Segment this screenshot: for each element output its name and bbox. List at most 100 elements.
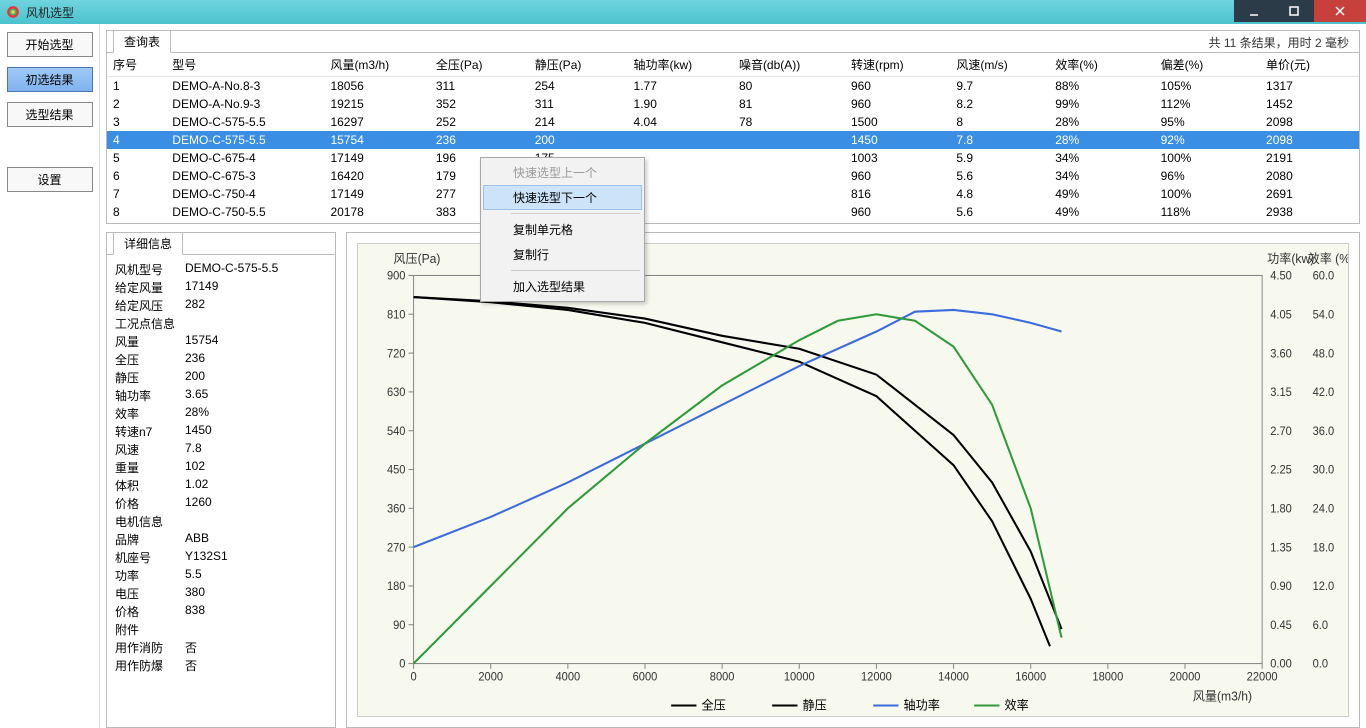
table-cell[interactable]: 1.90	[628, 95, 733, 113]
table-cell[interactable]: 78	[733, 113, 845, 131]
table-row[interactable]: 6DEMO-C-675-3164201791619605.634%96%2080	[107, 167, 1359, 185]
table-cell[interactable]: 49%	[1049, 203, 1154, 221]
col-header[interactable]: 风速(m/s)	[950, 53, 1049, 77]
table-row[interactable]: 8DEMO-C-750-5.5201783833649605.649%118%2…	[107, 203, 1359, 221]
table-cell[interactable]: 960	[845, 95, 950, 113]
table-cell[interactable]: 8	[950, 113, 1049, 131]
table-row[interactable]: 2DEMO-A-No.9-3192153523111.90819608.299%…	[107, 95, 1359, 113]
detail-tab[interactable]: 详细信息	[113, 232, 183, 255]
table-cell[interactable]: 18056	[324, 77, 429, 96]
ctx-add-result[interactable]: 加入选型结果	[483, 274, 642, 299]
table-cell[interactable]: 1003	[845, 149, 950, 167]
col-header[interactable]: 噪音(db(A))	[733, 53, 845, 77]
table-cell[interactable]	[628, 131, 733, 149]
table-cell[interactable]: 311	[529, 95, 628, 113]
table-cell[interactable]: 81	[733, 95, 845, 113]
table-cell[interactable]: 4	[107, 131, 166, 149]
table-cell[interactable]: 960	[845, 167, 950, 185]
table-cell[interactable]: 2098	[1260, 113, 1359, 131]
result-table-wrap[interactable]: 序号型号风量(m3/h)全压(Pa)静压(Pa)轴功率(kw)噪音(db(A))…	[107, 53, 1359, 223]
table-cell[interactable]: 20178	[324, 203, 429, 221]
col-header[interactable]: 风量(m3/h)	[324, 53, 429, 77]
selection-result-button[interactable]: 选型结果	[7, 102, 93, 127]
table-cell[interactable]: 2098	[1260, 131, 1359, 149]
table-cell[interactable]: DEMO-C-675-3	[166, 167, 324, 185]
table-cell[interactable]: 88%	[1155, 221, 1260, 223]
table-cell[interactable]: 8.2	[950, 95, 1049, 113]
table-cell[interactable]	[733, 185, 845, 203]
table-cell[interactable]: 720	[845, 221, 950, 223]
table-row[interactable]: 5DEMO-C-675-41714919617510035.934%100%21…	[107, 149, 1359, 167]
table-cell[interactable]: 92%	[1155, 131, 1260, 149]
table-cell[interactable]: 960	[845, 77, 950, 96]
col-header[interactable]: 全压(Pa)	[430, 53, 529, 77]
table-cell[interactable]: 4.04	[628, 113, 733, 131]
table-cell[interactable]: 112%	[1155, 95, 1260, 113]
table-cell[interactable]: 2080	[1260, 167, 1359, 185]
table-cell[interactable]: 5.6	[950, 167, 1049, 185]
table-cell[interactable]: 352	[430, 95, 529, 113]
table-cell[interactable]	[733, 131, 845, 149]
table-cell[interactable]: DEMO-A-No.9-3	[166, 95, 324, 113]
table-row[interactable]: 4DEMO-C-575-5.51575423620014507.828%92%2…	[107, 131, 1359, 149]
table-cell[interactable]: 254	[529, 77, 628, 96]
table-row[interactable]: 3DEMO-C-575-5.5162972522144.04781500828%…	[107, 113, 1359, 131]
col-header[interactable]: 型号	[166, 53, 324, 77]
ctx-copy-row[interactable]: 复制行	[483, 242, 642, 267]
table-cell[interactable]: 28%	[1049, 131, 1154, 149]
table-cell[interactable]: 118%	[1155, 203, 1260, 221]
table-cell[interactable]: 1	[107, 77, 166, 96]
table-cell[interactable]: 8	[107, 203, 166, 221]
col-header[interactable]: 转速(rpm)	[845, 53, 950, 77]
table-cell[interactable]: 5	[107, 149, 166, 167]
table-cell[interactable]: 19215	[324, 95, 429, 113]
col-header[interactable]: 单价(元)	[1260, 53, 1359, 77]
table-cell[interactable]: 16297	[324, 113, 429, 131]
table-cell[interactable]: 9.7	[950, 77, 1049, 96]
table-cell[interactable]: 100%	[1155, 185, 1260, 203]
settings-button[interactable]: 设置	[7, 167, 93, 192]
table-cell[interactable]: 2	[107, 95, 166, 113]
table-cell[interactable]: 95%	[1155, 113, 1260, 131]
table-cell[interactable]: 5.9	[950, 149, 1049, 167]
table-cell[interactable]: 2691	[1260, 185, 1359, 203]
table-cell[interactable]: 816	[845, 185, 950, 203]
table-cell[interactable]: 96%	[1155, 167, 1260, 185]
start-selection-button[interactable]: 开始选型	[7, 32, 93, 57]
maximize-button[interactable]	[1274, 0, 1314, 22]
table-cell[interactable]: DEMO-A-No.8-3	[166, 77, 324, 96]
col-header[interactable]: 效率(%)	[1049, 53, 1154, 77]
table-cell[interactable]: 9	[107, 221, 166, 223]
table-cell[interactable]	[733, 149, 845, 167]
table-cell[interactable]: 34%	[1049, 167, 1154, 185]
table-cell[interactable]: DEMO-C-750-5.5	[166, 203, 324, 221]
table-cell[interactable]: 200	[529, 131, 628, 149]
table-cell[interactable]: 2191	[1260, 149, 1359, 167]
table-cell[interactable]: 236	[430, 131, 529, 149]
table-row[interactable]: 1DEMO-A-No.8-3180563112541.77809609.788%…	[107, 77, 1359, 96]
table-cell[interactable]	[733, 203, 845, 221]
table-cell[interactable]: 2580	[1260, 221, 1359, 223]
table-cell[interactable]: 4.8	[950, 185, 1049, 203]
table-cell[interactable]: 311	[430, 77, 529, 96]
table-cell[interactable]: 960	[845, 203, 950, 221]
table-cell[interactable]	[733, 167, 845, 185]
table-cell[interactable]: 49%	[1049, 185, 1154, 203]
table-cell[interactable]: 3	[107, 113, 166, 131]
col-header[interactable]: 序号	[107, 53, 166, 77]
table-cell[interactable]: 16420	[324, 167, 429, 185]
table-cell[interactable]: 1450	[845, 131, 950, 149]
table-cell[interactable]: 4.2	[950, 221, 1049, 223]
close-button[interactable]	[1314, 0, 1366, 22]
table-cell[interactable]: 7.8	[950, 131, 1049, 149]
col-header[interactable]: 静压(Pa)	[529, 53, 628, 77]
table-cell[interactable]: DEMO-C-675-4	[166, 149, 324, 167]
table-cell[interactable]: 100%	[1155, 149, 1260, 167]
table-cell[interactable]: 17149	[324, 185, 429, 203]
table-cell[interactable]: 1452	[1260, 95, 1359, 113]
table-cell[interactable]: 7	[107, 185, 166, 203]
table-cell[interactable]: 88%	[1049, 221, 1154, 223]
table-row[interactable]: 9DEMO-C-750-3151332162057204.288%88%2580	[107, 221, 1359, 223]
table-cell[interactable]: 252	[430, 113, 529, 131]
table-cell[interactable]: 15133	[324, 221, 429, 223]
